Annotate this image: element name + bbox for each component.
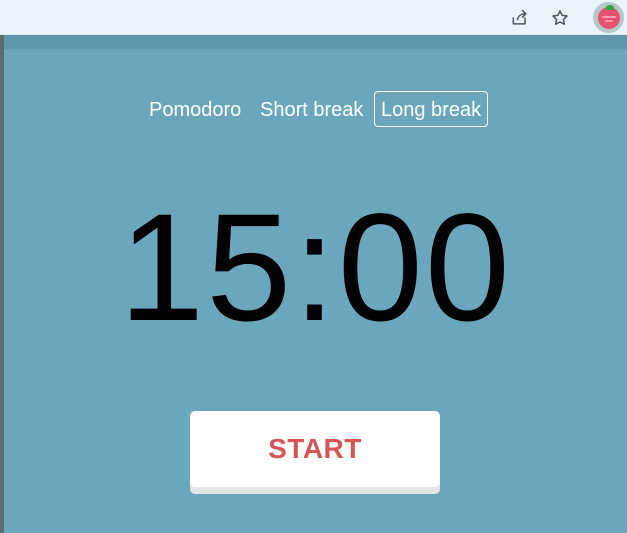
star-icon[interactable]	[548, 6, 572, 30]
timer-display: 15:00	[119, 182, 512, 353]
start-button[interactable]: START	[190, 411, 440, 487]
mode-long-break[interactable]: Long break	[374, 91, 489, 127]
mode-pomodoro[interactable]: Pomodoro	[142, 91, 248, 127]
pomodoro-panel: Pomodoro Short break Long break 15:00 ST…	[4, 35, 627, 533]
browser-toolbar	[0, 0, 627, 35]
panel-top-strip	[4, 35, 627, 49]
tomato-leaf	[605, 4, 614, 10]
mode-selector: Pomodoro Short break Long break	[4, 91, 627, 127]
tomato-extension-icon	[597, 4, 620, 29]
mode-short-break[interactable]: Short break	[253, 91, 370, 127]
share-icon[interactable]	[508, 6, 532, 30]
tomato-extension-button[interactable]	[593, 2, 624, 33]
